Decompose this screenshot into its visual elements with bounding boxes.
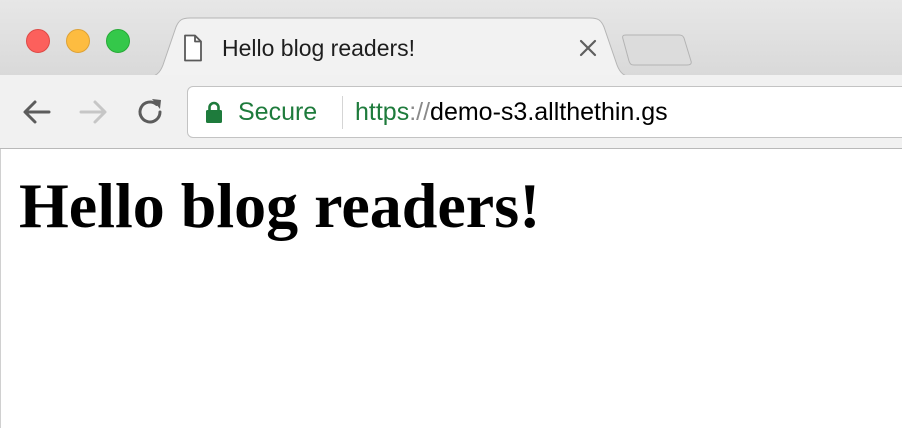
address-bar[interactable]: Secure https://demo-s3.allthethin.gs — [187, 86, 902, 138]
page-heading: Hello blog readers! — [19, 170, 541, 241]
reload-icon[interactable] — [133, 95, 167, 129]
tab-strip: Hello blog readers! — [0, 0, 902, 77]
tab-close-icon[interactable] — [578, 38, 598, 58]
browser-window: Hello blog readers! Secure https://demo-… — [0, 0, 902, 428]
url-separator: :// — [409, 98, 431, 126]
omnibox-divider — [342, 96, 343, 129]
new-tab-button[interactable] — [621, 33, 693, 67]
tab-title: Hello blog readers! — [222, 35, 416, 61]
page-content: Hello blog readers! — [0, 149, 902, 428]
window-maximize-button[interactable] — [106, 29, 130, 53]
lock-icon — [206, 101, 222, 123]
toolbar: Secure https://demo-s3.allthethin.gs — [0, 75, 902, 149]
url-scheme: https — [355, 98, 410, 126]
secure-label[interactable]: Secure — [238, 97, 317, 127]
url-host: demo-s3.allthethin.gs — [430, 98, 668, 126]
document-icon — [184, 34, 202, 62]
window-minimize-button[interactable] — [66, 29, 90, 53]
forward-arrow-icon[interactable] — [76, 95, 110, 129]
back-arrow-icon[interactable] — [20, 95, 54, 129]
window-close-button[interactable] — [26, 29, 50, 53]
url-text[interactable]: https://demo-s3.allthethin.gs — [355, 97, 668, 127]
